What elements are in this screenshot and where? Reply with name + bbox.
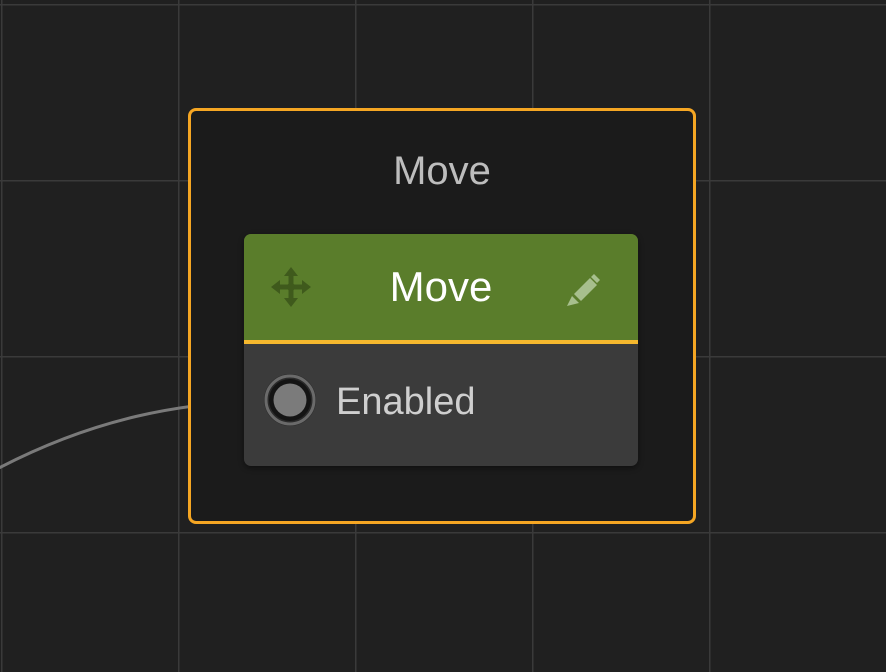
port-label-enabled: Enabled	[336, 381, 476, 423]
group-title[interactable]: Move	[191, 149, 693, 193]
node-body: Enabled	[244, 344, 638, 466]
node-graph-canvas[interactable]: Move Move Enabled	[0, 0, 886, 672]
move-node[interactable]: Move Enabled	[244, 234, 638, 466]
socket-connected-icon[interactable]	[262, 372, 318, 428]
node-header[interactable]: Move	[244, 234, 638, 344]
pencil-icon[interactable]	[562, 268, 602, 308]
